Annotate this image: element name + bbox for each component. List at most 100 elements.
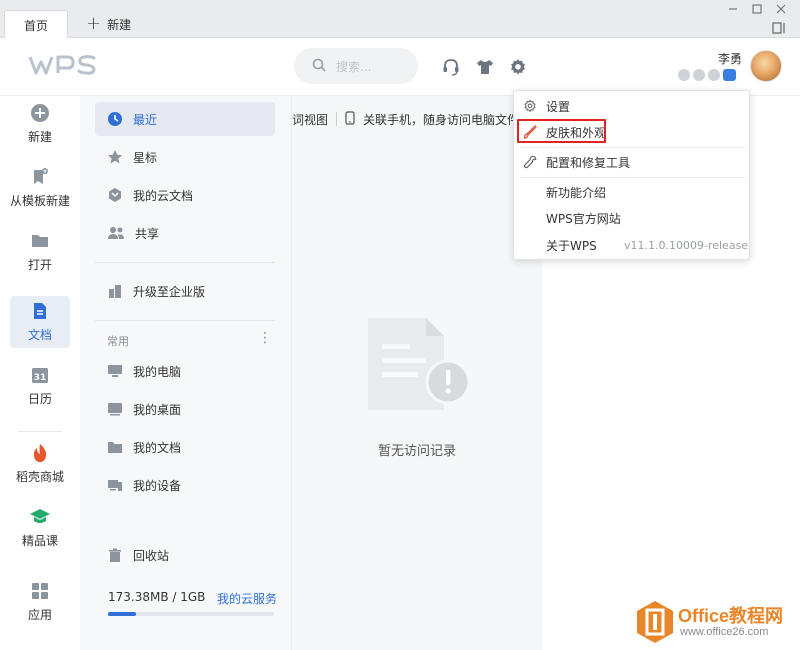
rail-item-open[interactable]: 打开 — [10, 226, 70, 278]
rail-item-documents[interactable]: 文档 — [10, 296, 70, 348]
rail-item-label: 日历 — [27, 392, 52, 406]
empty-state-text: 暂无访问记录 — [377, 444, 456, 459]
tab-home-label: 首页 — [23, 18, 48, 33]
watermark: Office教程网 www.office26.com — [636, 600, 796, 644]
nav-panel: 最近 星标 我的云文档 共享 升级至企业版 常用 ⋮ 我的电脑 我的桌面 我的文… — [80, 96, 292, 650]
desktop-icon — [108, 403, 122, 416]
nav-item-label: 回收站 — [133, 548, 170, 563]
nav-item-upgrade[interactable]: 升级至企业版 — [95, 274, 275, 308]
template-icon — [34, 168, 48, 184]
tab-home[interactable]: 首页 — [4, 10, 68, 39]
minimize-button[interactable] — [722, 0, 744, 18]
title-bar: 首页 + 新建 — [0, 0, 800, 39]
close-button[interactable] — [770, 0, 792, 18]
cloud-service-link[interactable]: 我的云服务 — [217, 590, 277, 607]
nav-item-label: 共享 — [135, 226, 160, 241]
side-panel-toggle-icon[interactable] — [768, 20, 790, 36]
nav-item-label: 我的文档 — [133, 440, 182, 455]
settings-gear-icon[interactable] — [507, 56, 529, 78]
rail-item-label: 打开 — [27, 258, 52, 272]
menu-item-official-site[interactable]: WPS官方网站 — [514, 206, 749, 230]
maximize-button[interactable] — [746, 0, 768, 18]
nav-item-my-devices[interactable]: 我的设备 — [95, 468, 275, 502]
rail-item-template[interactable]: 从模板新建 — [10, 162, 70, 214]
nav-item-label: 我的电脑 — [133, 364, 182, 379]
watermark-url: www.office26.com — [680, 626, 769, 638]
apps-icon — [32, 583, 48, 599]
calendar-icon: 31 — [32, 368, 48, 383]
clock-icon — [108, 112, 122, 126]
menu-item-label: 配置和修复工具 — [546, 155, 631, 170]
star-icon — [108, 150, 122, 164]
new-tab-button[interactable]: + 新建 — [86, 14, 131, 34]
avatar[interactable] — [750, 50, 782, 82]
nav-divider — [95, 262, 275, 263]
plus-icon: + — [86, 13, 102, 34]
rail-item-label: 稻壳商城 — [15, 470, 64, 484]
course-icon — [30, 509, 50, 523]
highlight-box — [517, 119, 606, 143]
new-tab-label: 新建 — [107, 17, 132, 32]
rail-divider — [18, 431, 62, 432]
document-icon — [34, 303, 46, 319]
trash-icon — [109, 548, 121, 562]
badge-icon — [678, 69, 690, 81]
rail-item-calendar[interactable]: 31 日历 — [10, 360, 70, 412]
link-phone-label[interactable]: 关联手机，随身访问电脑文件 — [363, 111, 519, 128]
nav-item-recent[interactable]: 最近 — [95, 102, 275, 136]
rail-item-label: 应用 — [27, 608, 52, 622]
rail-item-label: 精品课 — [21, 534, 58, 548]
nav-item-my-desktop[interactable]: 我的桌面 — [95, 392, 275, 426]
nav-item-label: 升级至企业版 — [133, 284, 206, 299]
devices-icon — [108, 480, 122, 491]
storage-progress-fill — [108, 612, 137, 616]
rail-item-new[interactable]: 新建 — [10, 98, 70, 150]
docer-icon — [33, 444, 47, 462]
nav-divider — [95, 320, 275, 321]
nav-item-cloud-docs[interactable]: 我的云文档 — [95, 178, 275, 212]
nav-item-label: 我的云文档 — [133, 188, 194, 203]
menu-item-label: WPS官方网站 — [546, 211, 621, 226]
nav-item-my-documents[interactable]: 我的文档 — [95, 430, 275, 464]
wrench-icon — [514, 155, 546, 169]
plus-circle-icon — [31, 104, 49, 122]
nav-item-label: 我的设备 — [133, 478, 182, 493]
skin-shirt-icon[interactable] — [474, 56, 496, 78]
headset-icon[interactable] — [440, 56, 462, 78]
user-name[interactable]: 李勇 — [718, 50, 742, 67]
cloud-doc-icon — [109, 188, 121, 202]
phone-icon — [345, 110, 355, 128]
menu-divider — [520, 177, 745, 178]
rail-item-label: 从模板新建 — [10, 194, 71, 208]
wps-logo — [28, 54, 98, 79]
nav-item-label: 我的桌面 — [133, 402, 182, 417]
nav-item-my-computer[interactable]: 我的电脑 — [95, 354, 275, 388]
menu-item-repair-tool[interactable]: 配置和修复工具 — [514, 150, 749, 174]
search-input[interactable]: 搜索... — [294, 48, 418, 84]
menu-item-settings[interactable]: 设置 — [514, 94, 749, 118]
nav-item-recycle-bin[interactable]: 回收站 — [95, 538, 275, 572]
member-badges[interactable] — [678, 69, 736, 81]
content-toolbar: 词视图 关联手机，随身访问电脑文件 — [292, 96, 542, 142]
version-text: v11.1.0.10009-release — [624, 239, 749, 252]
computer-icon — [108, 365, 122, 377]
nav-item-starred[interactable]: 星标 — [95, 140, 275, 174]
badge-icon — [693, 69, 705, 81]
view-toggle-label[interactable]: 词视图 — [292, 111, 328, 128]
share-icon — [108, 227, 124, 239]
rail-item-apps[interactable]: 应用 — [10, 576, 70, 628]
rail-item-docer[interactable]: 稻壳商城 — [10, 438, 70, 490]
rail-item-label: 新建 — [27, 130, 52, 144]
toolbar-divider — [336, 112, 338, 126]
rail-item-course[interactable]: 精品课 — [10, 502, 70, 554]
documents-folder-icon — [108, 442, 122, 453]
nav-item-shared[interactable]: 共享 — [95, 216, 275, 250]
badge-icon — [708, 69, 720, 81]
left-rail: 新建 从模板新建 打开 文档 31 日历 稻壳商城 精品课 应用 — [0, 96, 80, 650]
main-content: 词视图 关联手机，随身访问电脑文件 暂无访问记录 — [292, 96, 542, 650]
more-icon[interactable]: ⋮ — [258, 331, 272, 345]
menu-item-whats-new[interactable]: 新功能介绍 — [514, 180, 749, 204]
gear-icon — [514, 99, 546, 113]
calendar-day: 31 — [34, 373, 47, 383]
storage-progress-bar — [108, 612, 274, 616]
